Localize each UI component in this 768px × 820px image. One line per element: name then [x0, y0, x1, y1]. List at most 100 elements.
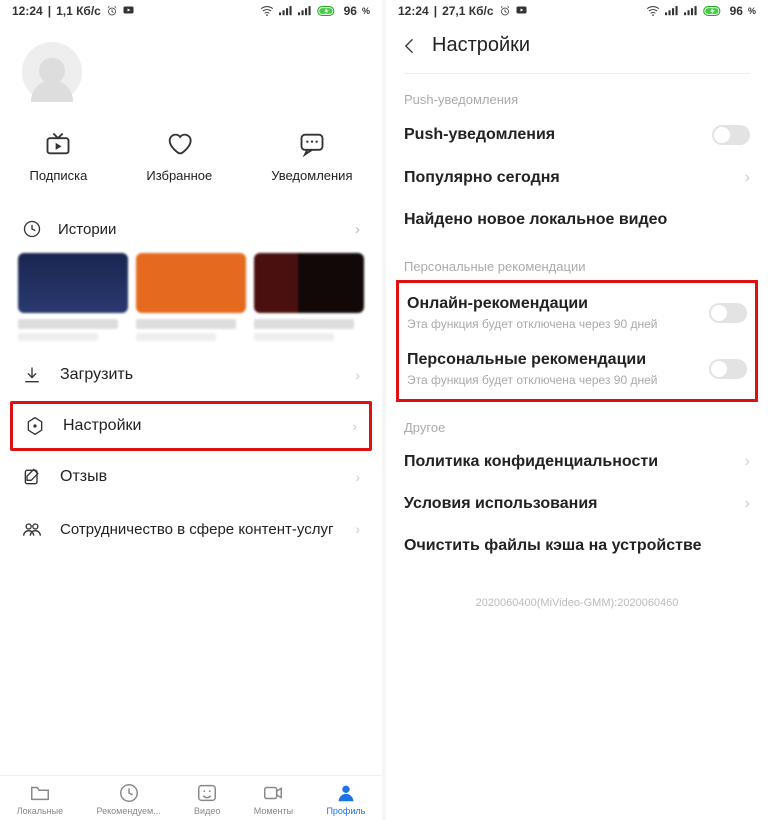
chevron-right-icon: › [745, 495, 750, 513]
terms-title: Условия использования [404, 495, 745, 513]
youtube-icon [516, 6, 528, 16]
push-notifications-row[interactable]: Push-уведомления [386, 113, 768, 157]
group-push-label: Push-уведомления [386, 74, 768, 113]
status-rate: 1,1 Кб/с [56, 4, 101, 18]
favorites-button[interactable]: Избранное [146, 130, 212, 183]
history-thumb[interactable] [254, 253, 364, 341]
alarm-icon [499, 5, 511, 17]
chevron-right-icon: › [355, 469, 360, 485]
subscriptions-label: Подписка [29, 168, 87, 183]
nav-moments[interactable]: Моменты [254, 782, 293, 816]
settings-row[interactable]: Настройки › [13, 404, 369, 448]
chevron-right-icon: › [745, 453, 750, 471]
feedback-label: Отзыв [60, 468, 337, 486]
push-toggle[interactable] [712, 125, 750, 145]
push-title: Push-уведомления [404, 126, 712, 144]
clear-cache-row[interactable]: Очистить файлы кэша на устройстве [386, 525, 768, 567]
chevron-right-icon: › [355, 367, 360, 383]
clock-icon [22, 219, 42, 239]
avatar[interactable] [22, 42, 82, 102]
battery-icon [703, 5, 725, 17]
smile-icon [196, 782, 218, 804]
favorites-label: Избранное [146, 168, 212, 183]
person-icon [335, 782, 357, 804]
version-text: 2020060400(MiVideo-GMM):2020060460 [386, 567, 768, 619]
nav-recommend[interactable]: Рекомендуем... [97, 782, 161, 816]
settings-header: Настройки [386, 22, 768, 73]
youtube-icon [123, 6, 135, 16]
back-icon[interactable] [400, 36, 420, 56]
edit-icon [22, 467, 42, 487]
status-battery: 96 [344, 4, 357, 18]
group-personal-label: Персональные рекомендации [386, 241, 768, 280]
history-label: Истории [58, 221, 339, 238]
popular-title: Популярно сегодня [404, 169, 745, 187]
nav-local[interactable]: Локальные [17, 782, 63, 816]
status-battery: 96 [730, 4, 743, 18]
personal-rec-title: Персональные рекомендации [407, 351, 709, 369]
page-title: Настройки [432, 34, 530, 57]
signal2-icon [684, 5, 698, 17]
nav-video[interactable]: Видео [194, 782, 220, 816]
online-rec-toggle[interactable] [709, 303, 747, 323]
group-other-label: Другое [386, 402, 768, 441]
privacy-title: Политика конфиденциальности [404, 453, 745, 471]
compass-icon [118, 782, 140, 804]
status-time: 12:24 [398, 4, 429, 18]
chevron-right-icon: › [745, 169, 750, 187]
signal1-icon [665, 5, 679, 17]
personal-rec-row[interactable]: Персональные рекомендации Эта функция бу… [399, 341, 755, 397]
cache-title: Очистить файлы кэша на устройстве [404, 537, 750, 555]
wifi-icon [646, 5, 660, 17]
download-icon [22, 365, 42, 385]
history-thumb[interactable] [136, 253, 246, 341]
online-rec-sub: Эта функция будет отключена через 90 дне… [407, 317, 709, 331]
history-thumb[interactable] [18, 253, 128, 341]
cooperation-label: Сотрудничество в сфере контент-услуг [60, 521, 337, 538]
chevron-right-icon: › [355, 221, 360, 238]
recommendations-highlight-box: Онлайн-рекомендации Эта функция будет от… [396, 280, 758, 402]
wifi-icon [260, 5, 274, 17]
download-row[interactable]: Загрузить › [0, 349, 382, 401]
notifications-button[interactable]: Уведомления [271, 130, 352, 183]
personal-rec-sub: Эта функция будет отключена через 90 дне… [407, 373, 709, 387]
signal2-icon [298, 5, 312, 17]
download-label: Загрузить [60, 366, 337, 384]
feedback-row[interactable]: Отзыв › [0, 451, 382, 503]
status-bar: 12:24 | 1,1 Кб/с 96% [0, 0, 382, 22]
history-row[interactable]: Истории › [0, 205, 382, 253]
phone-right-settings: 12:24 | 27,1 Кб/с 96% Настройки Push-уве… [386, 0, 768, 820]
battery-icon [317, 5, 339, 17]
terms-row[interactable]: Условия использования › [386, 483, 768, 525]
nav-profile[interactable]: Профиль [326, 782, 365, 816]
chevron-right-icon: › [355, 521, 360, 537]
hex-settings-icon [25, 416, 45, 436]
online-rec-row[interactable]: Онлайн-рекомендации Эта функция будет от… [399, 285, 755, 341]
settings-highlight-box: Настройки › [10, 401, 372, 451]
status-rate: 27,1 Кб/с [442, 4, 493, 18]
chevron-right-icon: › [352, 418, 357, 434]
popular-today-row[interactable]: Популярно сегодня › [386, 157, 768, 199]
folder-icon [29, 782, 51, 804]
personal-rec-toggle[interactable] [709, 359, 747, 379]
status-time: 12:24 [12, 4, 43, 18]
newlocal-title: Найдено новое локальное видео [404, 211, 750, 229]
phone-left-profile: 12:24 | 1,1 Кб/с 96% Подписка Избранное … [0, 0, 382, 820]
chat-icon [298, 130, 326, 158]
cooperation-row[interactable]: Сотрудничество в сфере контент-услуг › [0, 503, 382, 555]
settings-label: Настройки [63, 417, 334, 435]
group-icon [22, 519, 42, 539]
tv-icon [44, 130, 72, 158]
bottom-nav: Локальные Рекомендуем... Видео Моменты П… [0, 775, 382, 820]
notifications-label: Уведомления [271, 168, 352, 183]
status-bar: 12:24 | 27,1 Кб/с 96% [386, 0, 768, 22]
online-rec-title: Онлайн-рекомендации [407, 295, 709, 313]
camera-icon [262, 782, 284, 804]
signal1-icon [279, 5, 293, 17]
profile-actions: Подписка Избранное Уведомления [0, 130, 382, 183]
heart-icon [165, 130, 193, 158]
new-local-video-row[interactable]: Найдено новое локальное видео [386, 199, 768, 241]
subscriptions-button[interactable]: Подписка [29, 130, 87, 183]
alarm-icon [106, 5, 118, 17]
privacy-row[interactable]: Политика конфиденциальности › [386, 441, 768, 483]
